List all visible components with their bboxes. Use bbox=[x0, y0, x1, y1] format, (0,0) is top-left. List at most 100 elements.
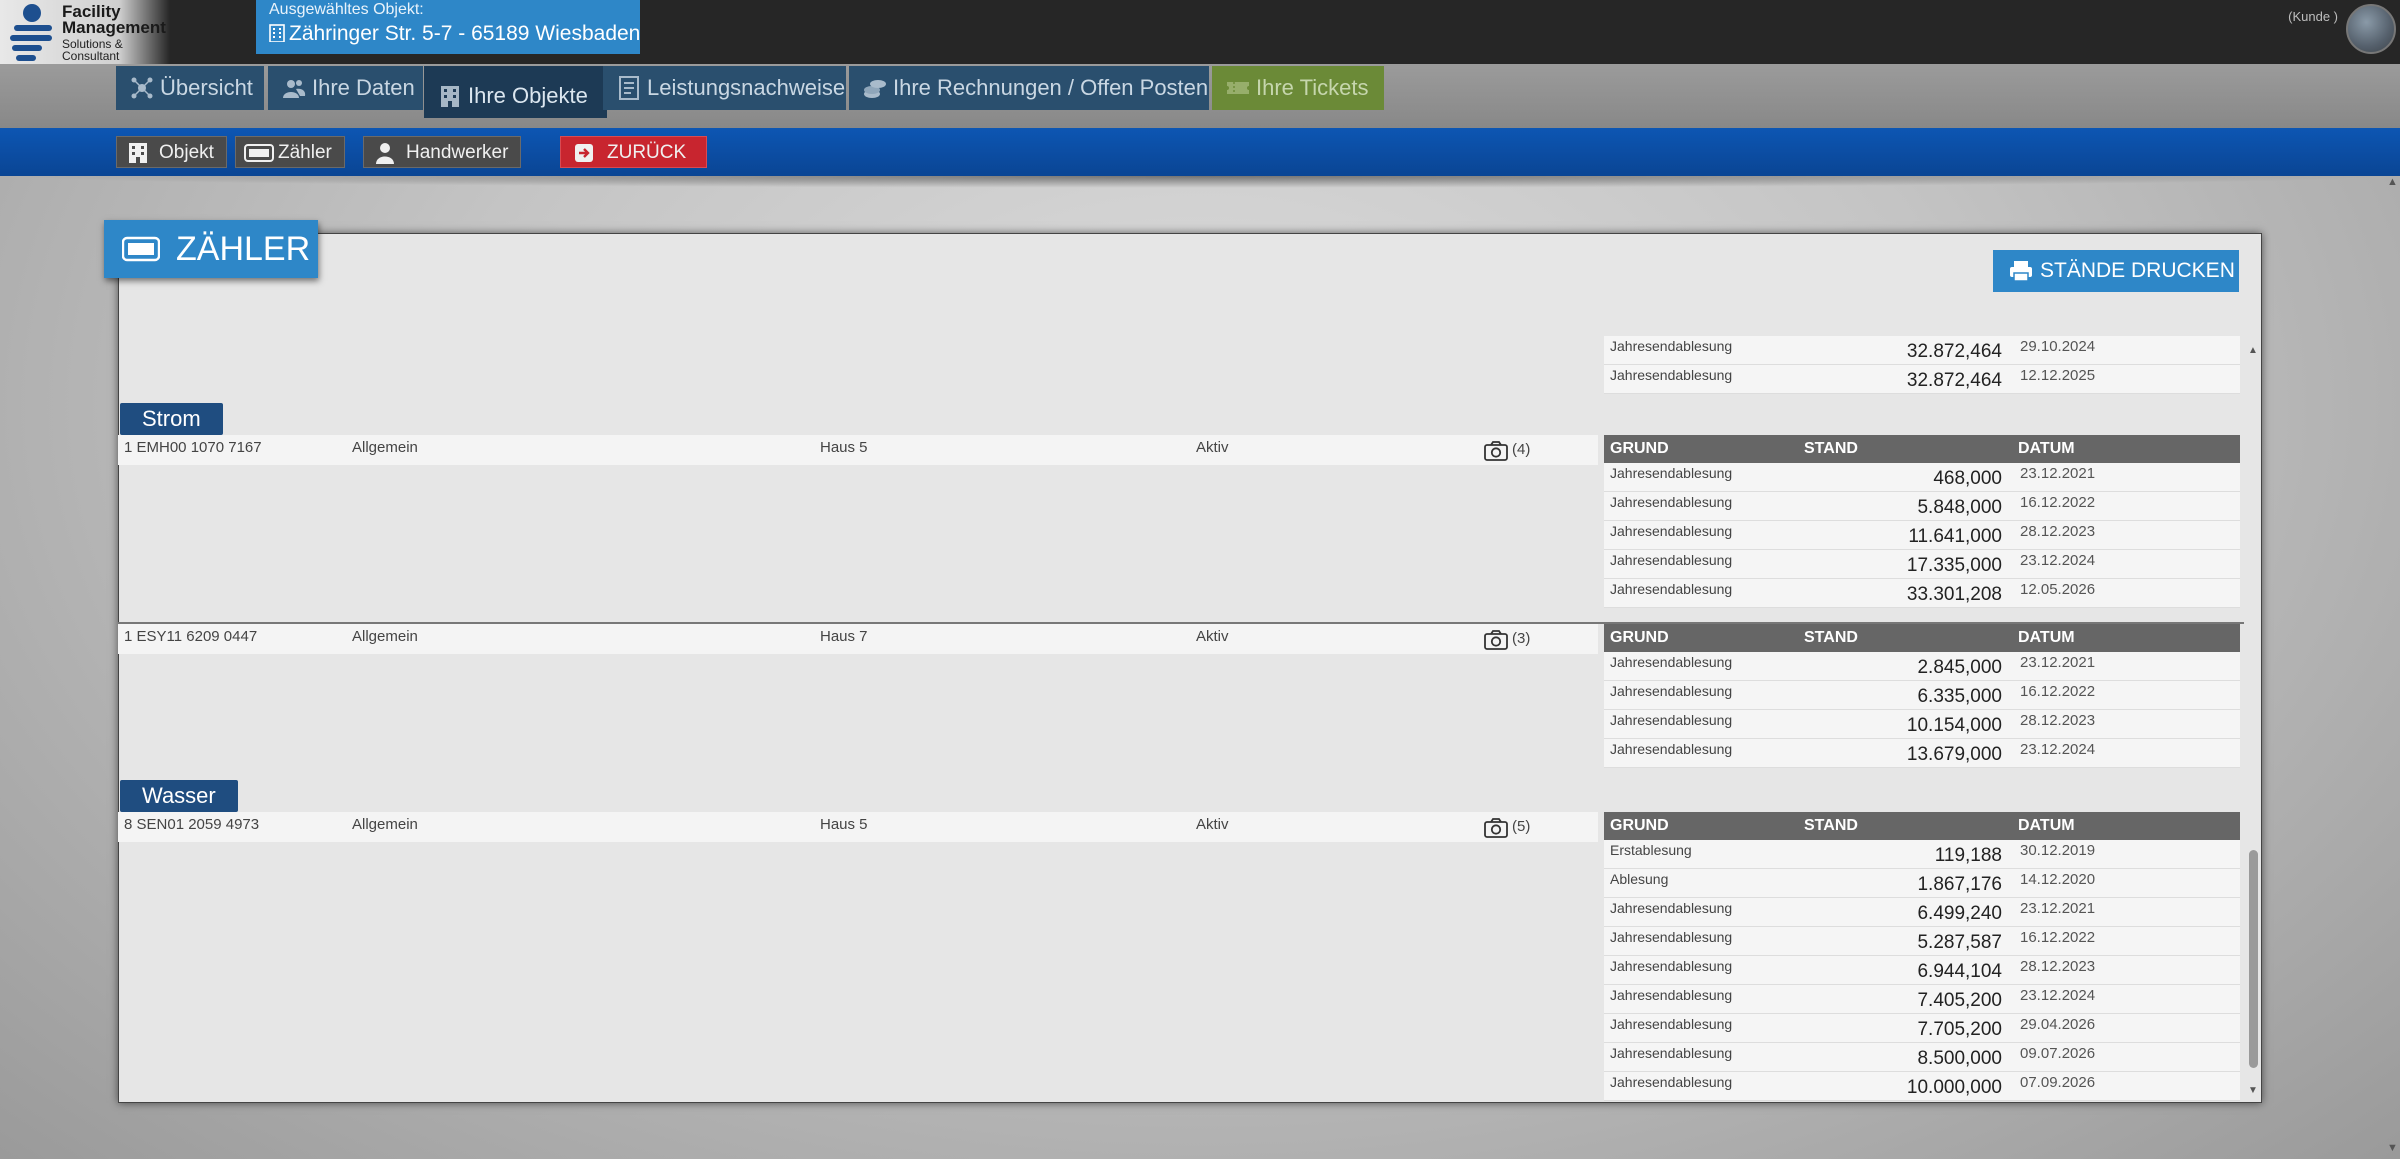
camera-icon[interactable] bbox=[1484, 818, 1508, 838]
reading-stand: 6.944,104 bbox=[1917, 961, 2002, 982]
readings-table: GRUND STAND DATUM Jahresendablesung 2.845… bbox=[1604, 624, 2240, 768]
tab-ihre-daten[interactable]: Ihre Daten bbox=[268, 66, 423, 110]
meters-list: Jahresendablesung 32.872,464 29.10.2024 … bbox=[118, 336, 2244, 1103]
reading-grund: Jahresendablesung bbox=[1610, 654, 1733, 670]
meter-icon bbox=[244, 144, 274, 162]
reading-row: Jahresendablesung 32.872,464 12.12.2025 bbox=[1604, 365, 2240, 394]
reading-stand: 8.500,000 bbox=[1917, 1048, 2002, 1069]
tab-uebersicht[interactable]: Übersicht bbox=[116, 66, 264, 110]
reading-datum: 23.12.2021 bbox=[2020, 654, 2096, 671]
reading-datum: 28.12.2023 bbox=[2020, 958, 2096, 975]
meter-location: Haus 5 bbox=[820, 816, 868, 833]
reading-stand: 5.287,587 bbox=[1917, 932, 2002, 953]
reading-datum: 23.12.2024 bbox=[2020, 741, 2096, 758]
reading-stand: 7.705,200 bbox=[1917, 1019, 2002, 1040]
reading-datum: 16.12.2022 bbox=[2020, 683, 2096, 700]
page-scroll-down-arrow-icon[interactable]: ▼ bbox=[2387, 1142, 2398, 1154]
logo-mark-icon bbox=[10, 2, 56, 62]
tab-uebersicht-label: Übersicht bbox=[160, 75, 253, 100]
selected-object-selector[interactable]: Ausgewähltes Objekt: Zähringer Str. 5-7 … bbox=[256, 0, 640, 54]
tab-ihre-daten-label: Ihre Daten bbox=[312, 75, 415, 100]
tab-ihre-tickets[interactable]: Ihre Tickets bbox=[1212, 66, 1384, 110]
reading-datum: 16.12.2022 bbox=[2020, 494, 2096, 511]
building-icon bbox=[269, 24, 285, 42]
reading-grund: Jahresendablesung bbox=[1610, 494, 1733, 510]
back-button[interactable]: ZURÜCK bbox=[560, 136, 708, 168]
page-scrollbar[interactable]: ▲ ▼ bbox=[2384, 176, 2400, 1159]
reading-datum: 23.12.2024 bbox=[2020, 552, 2096, 569]
ticket-icon bbox=[1227, 82, 1249, 94]
print-readings-label: STÄNDE DRUCKEN bbox=[2040, 259, 2235, 282]
header-datum: DATUM bbox=[2018, 629, 2075, 646]
meter-row[interactable]: 1 EMH00 1070 7167 Allgemein Haus 5 Aktiv… bbox=[118, 435, 1598, 465]
reading-stand: 2.845,000 bbox=[1917, 657, 2002, 678]
meter-location: Haus 5 bbox=[820, 439, 868, 456]
reading-datum: 12.12.2025 bbox=[2020, 367, 2096, 384]
reading-row: Erstablesung 119,188 30.12.2019 bbox=[1604, 840, 2240, 869]
scroll-up-arrow-icon[interactable]: ▲ bbox=[2248, 345, 2258, 356]
reading-stand: 33.301,208 bbox=[1906, 584, 2002, 605]
reading-grund: Jahresendablesung bbox=[1610, 1016, 1733, 1032]
meter-status: Aktiv bbox=[1196, 816, 1229, 833]
meter-number: 8 SEN01 2059 4973 bbox=[124, 816, 260, 833]
reading-stand: 11.641,000 bbox=[1908, 526, 2002, 547]
panel-scrollbar-thumb[interactable] bbox=[2249, 850, 2258, 1068]
meter-row[interactable]: 8 SEN01 2059 4973 Allgemein Haus 5 Aktiv… bbox=[118, 812, 1598, 842]
meter-type: Allgemein bbox=[352, 628, 418, 645]
readings-table: GRUND STAND DATUM Jahresendablesung 468,0… bbox=[1604, 435, 2240, 608]
reading-grund: Jahresendablesung bbox=[1610, 552, 1733, 568]
category-strom: Strom bbox=[120, 403, 223, 435]
meter-status: Aktiv bbox=[1196, 628, 1229, 645]
main-navigation: Übersicht Ihre Daten Ihre Objekte Leistu… bbox=[0, 64, 2400, 128]
reading-row: Jahresendablesung 6.499,240 23.12.2021 bbox=[1604, 898, 2240, 927]
handwerker-button[interactable]: Handwerker bbox=[363, 136, 522, 168]
tab-ihre-rechnungen-label: Ihre Rechnungen / Offen Posten bbox=[893, 75, 1209, 100]
header-grund: GRUND bbox=[1610, 817, 1669, 834]
objekt-button[interactable]: Objekt bbox=[116, 136, 227, 168]
meter-type: Allgemein bbox=[352, 816, 418, 833]
meter-location: Haus 7 bbox=[820, 628, 868, 645]
user-avatar[interactable] bbox=[2346, 4, 2396, 54]
camera-icon[interactable] bbox=[1484, 630, 1508, 650]
meter-row[interactable]: 1 ESY11 6209 0447 Allgemein Haus 7 Aktiv… bbox=[118, 624, 1598, 654]
tab-ihre-objekte-label: Ihre Objekte bbox=[468, 83, 588, 108]
photo-count: (3) bbox=[1512, 630, 1531, 647]
objekt-button-label: Objekt bbox=[159, 142, 214, 163]
worker-icon bbox=[376, 143, 394, 164]
reading-grund: Jahresendablesung bbox=[1610, 958, 1733, 974]
reading-datum: 29.04.2026 bbox=[2020, 1016, 2096, 1033]
reading-stand: 10.154,000 bbox=[1906, 715, 2002, 736]
readings-table-header: GRUND STAND DATUM bbox=[1604, 435, 2240, 463]
tab-ihre-objekte[interactable]: Ihre Objekte bbox=[424, 66, 607, 118]
header-stand: STAND bbox=[1804, 440, 1858, 457]
reading-grund: Jahresendablesung bbox=[1610, 987, 1733, 1003]
handwerker-button-label: Handwerker bbox=[406, 142, 509, 163]
photo-count: (4) bbox=[1512, 441, 1531, 458]
page-scroll-up-arrow-icon[interactable]: ▲ bbox=[2387, 176, 2398, 188]
company-logo[interactable]: Facility Management Solutions & Consulta… bbox=[10, 2, 170, 62]
tab-ihre-tickets-label: Ihre Tickets bbox=[1256, 75, 1369, 100]
header-datum: DATUM bbox=[2018, 440, 2075, 457]
reading-stand: 10.000,000 bbox=[1906, 1077, 2002, 1098]
printer-icon bbox=[2010, 261, 2032, 282]
reading-row: Jahresendablesung 5.287,587 16.12.2022 bbox=[1604, 927, 2240, 956]
user-role: (Kunde ) bbox=[2288, 9, 2338, 24]
reading-datum: 29.10.2024 bbox=[2020, 338, 2096, 355]
reading-row: Ablesung 1.867,176 14.12.2020 bbox=[1604, 869, 2240, 898]
tab-ihre-rechnungen[interactable]: Ihre Rechnungen / Offen Posten bbox=[849, 66, 1209, 110]
reading-grund: Jahresendablesung bbox=[1610, 1045, 1733, 1061]
panel-scrollbar[interactable]: ▲ ▼ bbox=[2246, 345, 2260, 1100]
tab-leistungsnachweise-label: Leistungsnachweise bbox=[647, 75, 846, 100]
reading-grund: Jahresendablesung bbox=[1610, 712, 1733, 728]
reading-datum: 30.12.2019 bbox=[2020, 842, 2096, 859]
tab-leistungsnachweise[interactable]: Leistungsnachweise bbox=[603, 66, 846, 110]
reading-stand: 1.867,176 bbox=[1917, 874, 2002, 895]
scroll-down-arrow-icon[interactable]: ▼ bbox=[2248, 1085, 2258, 1096]
selected-object-value-row: Zähringer Str. 5-7 - 65189 Wiesbaden bbox=[269, 22, 640, 46]
reading-row: Jahresendablesung 7.705,200 29.04.2026 bbox=[1604, 1014, 2240, 1043]
camera-icon[interactable] bbox=[1484, 441, 1508, 461]
print-readings-button[interactable]: STÄNDE DRUCKEN bbox=[1993, 250, 2239, 292]
zaehler-button[interactable]: Zähler bbox=[235, 136, 345, 168]
header-grund: GRUND bbox=[1610, 629, 1669, 646]
reading-grund: Jahresendablesung bbox=[1610, 929, 1733, 945]
